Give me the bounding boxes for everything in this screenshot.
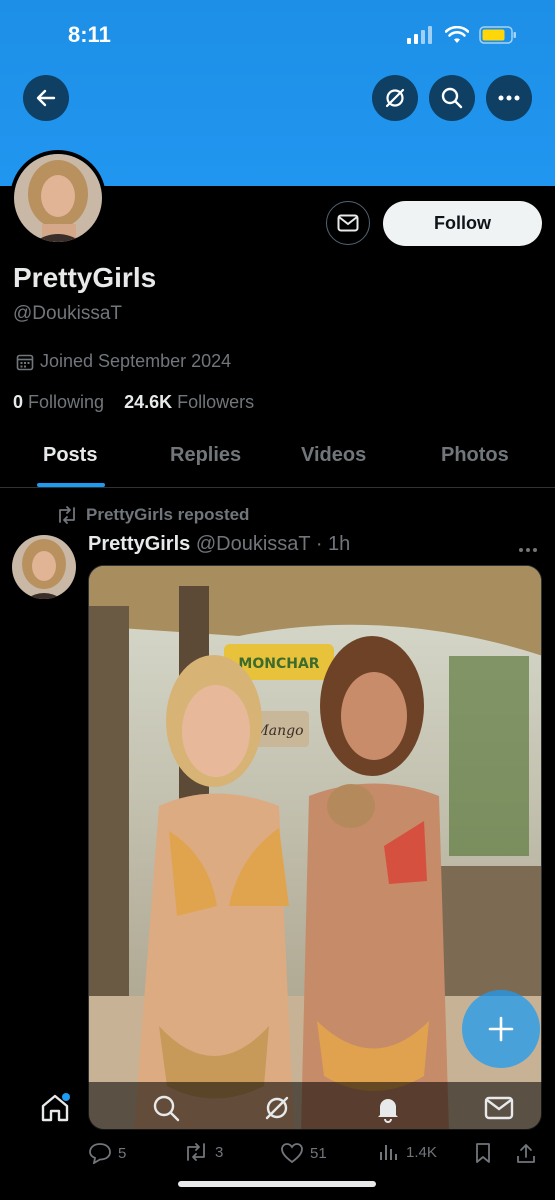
post-author-avatar[interactable] [12, 535, 76, 599]
repost-context[interactable]: PrettyGirls reposted [56, 505, 249, 525]
wifi-icon [445, 26, 469, 43]
search-icon [153, 1095, 180, 1122]
tab-posts[interactable]: Posts [43, 444, 97, 467]
bell-icon [378, 1099, 398, 1123]
profile-tabs: Posts Replies Videos Photos [0, 430, 555, 488]
search-button[interactable] [429, 75, 475, 121]
bookmark-button[interactable] [473, 1142, 493, 1164]
post-separator: · [315, 533, 323, 555]
status-icons [407, 26, 517, 44]
reply-icon [89, 1143, 111, 1164]
like-count: 51 [310, 1144, 327, 1162]
bookmark-icon [476, 1143, 490, 1163]
tab-photos[interactable]: Photos [441, 444, 509, 467]
tab-videos[interactable]: Videos [301, 444, 366, 467]
views-button[interactable]: 1.4K [378, 1142, 437, 1162]
repost-icon [187, 1143, 205, 1161]
follow-counts: 0 Following 24.6K Followers [13, 392, 254, 413]
reply-button[interactable]: 5 [88, 1142, 126, 1164]
active-tab-indicator [37, 483, 105, 487]
following-link[interactable]: 0 Following [13, 392, 104, 412]
status-time: 8:11 [68, 22, 111, 47]
post-header: PrettyGirls @DoukissaT · 1h [88, 533, 350, 556]
share-icon [517, 1144, 535, 1163]
nav-search[interactable] [148, 1090, 184, 1126]
home-indicator [178, 1181, 376, 1187]
calendar-icon [16, 354, 34, 370]
battery-icon [479, 26, 516, 44]
joined-text: Joined September 2024 [40, 351, 232, 371]
share-button[interactable] [515, 1142, 537, 1164]
followers-link[interactable]: 24.6K Followers [124, 392, 254, 412]
signal-icon [407, 26, 432, 44]
tab-replies[interactable]: Replies [170, 444, 241, 467]
grok-icon [265, 1096, 289, 1120]
nav-grok[interactable] [259, 1090, 295, 1126]
sign-monchar: MONCHAR [238, 656, 319, 672]
profile-avatar[interactable] [10, 150, 106, 246]
post-more-button[interactable] [518, 536, 538, 559]
message-button[interactable] [326, 201, 370, 245]
bottom-navigation [0, 1082, 555, 1132]
joined-date: Joined September 2024 [16, 351, 231, 372]
back-button[interactable] [23, 75, 69, 121]
plus-icon [488, 1016, 514, 1042]
post-author-name[interactable]: PrettyGirls [88, 533, 190, 555]
repost-label: PrettyGirls reposted [86, 505, 250, 524]
followers-label: Followers [177, 392, 255, 412]
envelope-icon [484, 1096, 514, 1120]
more-horizontal-icon [519, 548, 537, 552]
home-icon [41, 1093, 70, 1122]
nav-messages[interactable] [481, 1090, 517, 1126]
more-options-button[interactable] [486, 75, 532, 121]
post-actions: 5 3 51 1.4K [0, 1138, 555, 1172]
following-count: 0 [13, 392, 24, 412]
like-button[interactable]: 51 [280, 1142, 327, 1164]
follow-button[interactable]: Follow [383, 201, 542, 246]
envelope-icon [337, 214, 359, 232]
nav-notifications[interactable] [370, 1090, 406, 1126]
arrow-left-icon [36, 89, 56, 107]
profile-name: PrettyGirls [13, 262, 157, 293]
reply-count: 5 [118, 1144, 127, 1162]
followers-count: 24.6K [124, 392, 173, 412]
grok-button[interactable] [372, 75, 418, 121]
repost-button[interactable]: 3 [183, 1142, 223, 1162]
repost-icon [59, 506, 75, 524]
more-horizontal-icon [498, 95, 520, 101]
grok-icon [385, 88, 405, 108]
post-time: 1h [328, 533, 351, 555]
profile-handle: @DoukissaT [13, 303, 123, 324]
nav-home[interactable] [37, 1090, 73, 1126]
search-icon [441, 87, 463, 109]
compose-button[interactable] [462, 990, 540, 1068]
repost-count: 3 [215, 1143, 224, 1161]
following-label: Following [28, 392, 105, 412]
post-author-handle[interactable]: @DoukissaT [196, 533, 310, 555]
view-count: 1.4K [406, 1143, 437, 1161]
views-chart-icon [380, 1145, 397, 1160]
heart-icon [281, 1143, 303, 1164]
